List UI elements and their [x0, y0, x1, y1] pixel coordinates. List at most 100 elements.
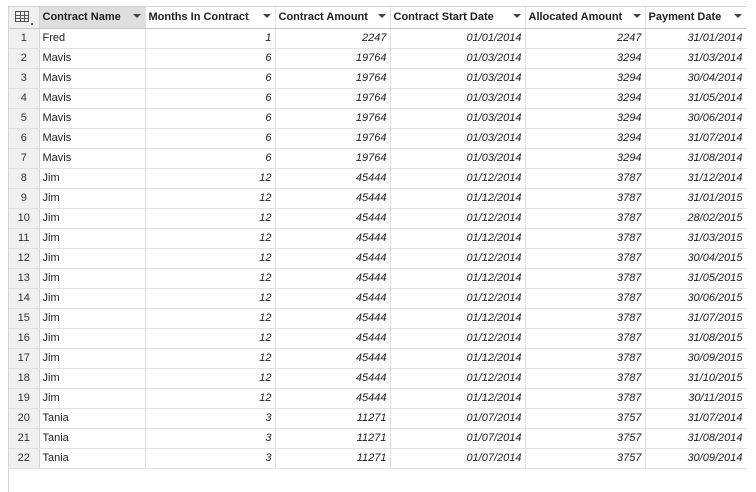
contract-amount-cell[interactable]: 45444	[275, 348, 391, 369]
row-number[interactable]: 9	[9, 188, 40, 209]
row-number[interactable]: 15	[9, 308, 40, 329]
payment-date-cell[interactable]: 31/03/2015	[645, 228, 746, 249]
contract-name-cell[interactable]: Tania	[39, 428, 146, 449]
contract-start-date-cell[interactable]: 01/12/2014	[390, 348, 526, 369]
contract-amount-cell[interactable]: 45444	[275, 328, 391, 349]
contract-name-cell[interactable]: Tania	[39, 448, 146, 469]
filter-dropdown-icon[interactable]	[132, 14, 141, 18]
contract-amount-cell[interactable]: 19764	[275, 68, 391, 89]
row-number[interactable]: 20	[9, 408, 40, 429]
filter-dropdown-icon[interactable]	[632, 14, 641, 18]
months-in-contract-cell[interactable]: 12	[145, 308, 276, 329]
allocated-amount-cell[interactable]: 3787	[525, 208, 646, 229]
allocated-amount-cell[interactable]: 3757	[525, 428, 646, 449]
months-in-contract-cell[interactable]: 12	[145, 248, 276, 269]
contract-amount-cell[interactable]: 45444	[275, 228, 391, 249]
contract-start-date-cell[interactable]: 01/12/2014	[390, 188, 526, 209]
months-in-contract-cell[interactable]: 3	[145, 448, 276, 469]
contract-name-cell[interactable]: Mavis	[39, 108, 146, 129]
contract-amount-cell[interactable]: 45444	[275, 208, 391, 229]
contract-amount-cell[interactable]: 45444	[275, 168, 391, 189]
row-number[interactable]: 22	[9, 448, 40, 469]
table-row[interactable]: 21 Tania 3 11271 01/07/2014 3757 31/08/2014	[9, 428, 746, 449]
table-row[interactable]: 16 Jim 12 45444 01/12/2014 3787 31/08/2015	[9, 328, 746, 349]
allocated-amount-cell[interactable]: 3787	[525, 168, 646, 189]
allocated-amount-cell[interactable]: 3294	[525, 128, 646, 149]
row-number[interactable]: 2	[9, 48, 40, 69]
payment-date-cell[interactable]: 31/07/2014	[645, 128, 746, 149]
allocated-amount-cell[interactable]: 3294	[525, 48, 646, 69]
contract-amount-cell[interactable]: 19764	[275, 48, 391, 69]
payment-date-cell[interactable]: 31/08/2014	[645, 148, 746, 169]
table-row[interactable]: 4 Mavis 6 19764 01/03/2014 3294 31/05/2014	[9, 88, 746, 109]
table-row[interactable]: 8 Jim 12 45444 01/12/2014 3787 31/12/2014	[9, 168, 746, 189]
allocated-amount-cell[interactable]: 3787	[525, 348, 646, 369]
allocated-amount-cell[interactable]: 3787	[525, 288, 646, 309]
months-in-contract-cell[interactable]: 12	[145, 288, 276, 309]
payment-date-cell[interactable]: 31/01/2015	[645, 188, 746, 209]
contract-amount-cell[interactable]: 45444	[275, 248, 391, 269]
contract-start-date-cell[interactable]: 01/03/2014	[390, 128, 526, 149]
table-row[interactable]: 18 Jim 12 45444 01/12/2014 3787 31/10/2015	[9, 368, 746, 389]
allocated-amount-cell[interactable]: 3787	[525, 328, 646, 349]
months-in-contract-cell[interactable]: 6	[145, 148, 276, 169]
contract-start-date-cell[interactable]: 01/12/2014	[390, 248, 526, 269]
table-row[interactable]: 22 Tania 3 11271 01/07/2014 3757 30/09/2014	[9, 448, 746, 469]
payment-date-cell[interactable]: 30/06/2015	[645, 288, 746, 309]
contract-amount-cell[interactable]: 19764	[275, 108, 391, 129]
contract-name-cell[interactable]: Jim	[39, 308, 146, 329]
column-header-months-in-contract[interactable]: Months In Contract	[145, 7, 276, 29]
allocated-amount-cell[interactable]: 2247	[525, 28, 646, 49]
contract-name-cell[interactable]: Jim	[39, 168, 146, 189]
allocated-amount-cell[interactable]: 3294	[525, 88, 646, 109]
months-in-contract-cell[interactable]: 12	[145, 388, 276, 409]
allocated-amount-cell[interactable]: 3757	[525, 448, 646, 469]
allocated-amount-cell[interactable]: 3787	[525, 388, 646, 409]
table-row[interactable]: 10 Jim 12 45444 01/12/2014 3787 28/02/2015	[9, 208, 746, 229]
contract-name-cell[interactable]: Mavis	[39, 48, 146, 69]
table-row[interactable]: 17 Jim 12 45444 01/12/2014 3787 30/09/2015	[9, 348, 746, 369]
allocated-amount-cell[interactable]: 3787	[525, 368, 646, 389]
contract-start-date-cell[interactable]: 01/07/2014	[390, 448, 526, 469]
payment-date-cell[interactable]: 28/02/2015	[645, 208, 746, 229]
months-in-contract-cell[interactable]: 6	[145, 48, 276, 69]
row-number[interactable]: 13	[9, 268, 40, 289]
contract-start-date-cell[interactable]: 01/12/2014	[390, 388, 526, 409]
payment-date-cell[interactable]: 31/08/2014	[645, 428, 746, 449]
contract-name-cell[interactable]: Jim	[39, 288, 146, 309]
contract-start-date-cell[interactable]: 01/12/2014	[390, 168, 526, 189]
table-row[interactable]: 14 Jim 12 45444 01/12/2014 3787 30/06/2015	[9, 288, 746, 309]
contract-name-cell[interactable]: Jim	[39, 388, 146, 409]
row-number[interactable]: 11	[9, 228, 40, 249]
row-number[interactable]: 8	[9, 168, 40, 189]
contract-start-date-cell[interactable]: 01/12/2014	[390, 368, 526, 389]
months-in-contract-cell[interactable]: 6	[145, 68, 276, 89]
payment-date-cell[interactable]: 31/03/2014	[645, 48, 746, 69]
contract-amount-cell[interactable]: 45444	[275, 188, 391, 209]
months-in-contract-cell[interactable]: 6	[145, 88, 276, 109]
allocated-amount-cell[interactable]: 3294	[525, 108, 646, 129]
payment-date-cell[interactable]: 30/04/2015	[645, 248, 746, 269]
column-header-contract-name[interactable]: Contract Name	[39, 7, 146, 29]
row-number[interactable]: 14	[9, 288, 40, 309]
contract-start-date-cell[interactable]: 01/07/2014	[390, 408, 526, 429]
table-row[interactable]: 7 Mavis 6 19764 01/03/2014 3294 31/08/2014	[9, 148, 746, 169]
contract-amount-cell[interactable]: 11271	[275, 428, 391, 449]
allocated-amount-cell[interactable]: 3757	[525, 408, 646, 429]
payment-date-cell[interactable]: 30/11/2015	[645, 388, 746, 409]
row-number[interactable]: 10	[9, 208, 40, 229]
table-row[interactable]: 19 Jim 12 45444 01/12/2014 3787 30/11/2015	[9, 388, 746, 409]
row-number[interactable]: 7	[9, 148, 40, 169]
table-row[interactable]: 3 Mavis 6 19764 01/03/2014 3294 30/04/2014	[9, 68, 746, 89]
months-in-contract-cell[interactable]: 1	[145, 28, 276, 49]
contract-start-date-cell[interactable]: 01/03/2014	[390, 88, 526, 109]
table-row[interactable]: 20 Tania 3 11271 01/07/2014 3757 31/07/2014	[9, 408, 746, 429]
table-row[interactable]: 2 Mavis 6 19764 01/03/2014 3294 31/03/2014	[9, 48, 746, 69]
payment-date-cell[interactable]: 31/05/2014	[645, 88, 746, 109]
contract-name-cell[interactable]: Mavis	[39, 68, 146, 89]
allocated-amount-cell[interactable]: 3787	[525, 248, 646, 269]
contract-amount-cell[interactable]: 45444	[275, 268, 391, 289]
column-header-contract-amount[interactable]: Contract Amount	[275, 7, 391, 29]
payment-date-cell[interactable]: 30/06/2014	[645, 108, 746, 129]
row-number[interactable]: 19	[9, 388, 40, 409]
